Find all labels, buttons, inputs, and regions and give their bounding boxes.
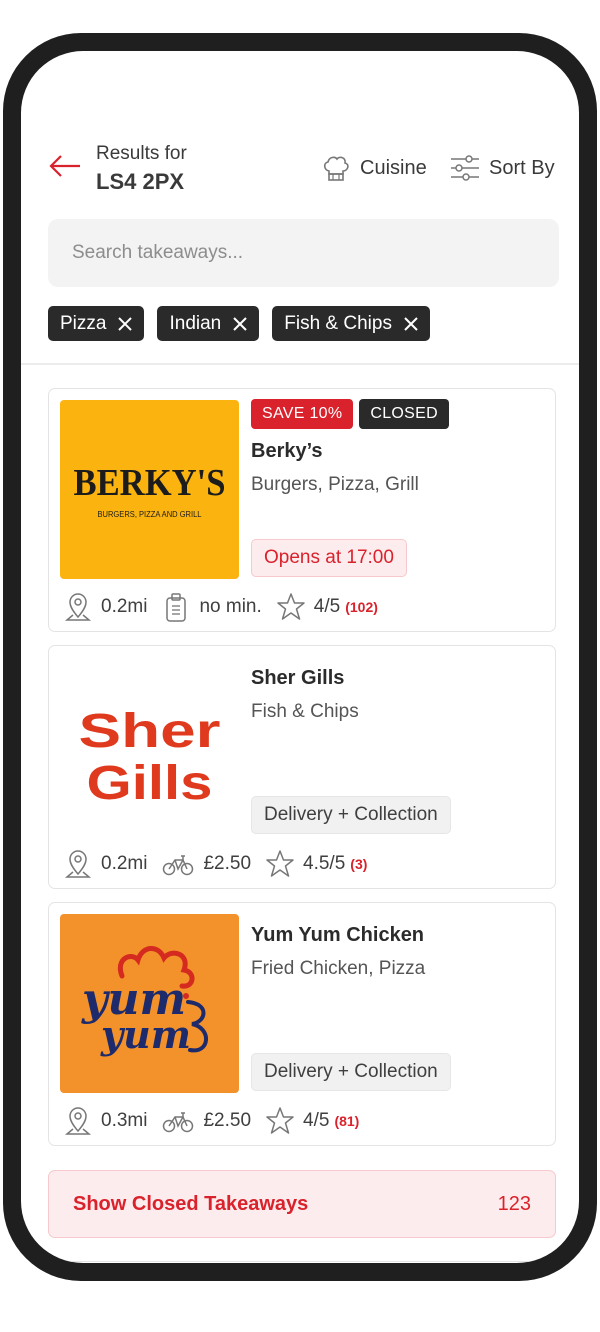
sort-by-button[interactable]: Sort By [449,151,555,185]
logo-text: BERKY'S [74,462,226,504]
delivery-collection-pill: Delivery + Collection [251,796,451,834]
opening-time-pill: Opens at 17:00 [251,539,407,577]
rating-count: (3) [350,856,368,872]
bicycle-icon [163,1112,194,1133]
restaurant-logo: BERKY'S BURGERS, PIZZA AND GRILL [60,400,239,579]
location-pin-icon [64,850,92,878]
restaurant-card-partial[interactable] [48,1261,556,1263]
restaurant-name: Sher Gills [251,667,345,689]
restaurant-cuisine: Burgers, Pizza, Grill [251,474,419,495]
logo-subtext: BURGERS, PIZZA AND GRILL [98,510,203,519]
restaurant-name: Berky’s [251,440,323,462]
star-icon [266,1107,294,1134]
bag-icon [166,593,187,622]
distance: 0.3mi [101,1110,148,1131]
distance: 0.2mi [101,596,148,617]
filter-chip-label: Pizza [60,312,107,334]
rating: 4.5/5 [303,853,346,874]
chef-hat-icon [323,156,349,181]
closed-banner-label: Show Closed Takeaways [73,1192,309,1215]
logo-text: Sher [79,705,221,758]
save-badge: SAVE 10% [251,399,354,429]
restaurant-card-berkys[interactable]: BERKY'S BURGERS, PIZZA AND GRILL SAVE 10… [48,388,556,632]
divider [21,363,579,365]
badges: SAVE 10% CLOSED [251,399,449,429]
meta-row: 0.2mi no min. 4/5 (102) [64,590,393,624]
meta-row: 0.2mi £2.50 4.5/5 (3) [64,847,382,881]
sort-by-label: Sort By [489,156,555,179]
restaurant-card-sher-gills[interactable]: Sher Gills Sher Gills Fish & Chips Deliv… [48,645,556,889]
restaurant-cuisine: Fish & Chips [251,701,359,722]
filter-chips: Pizza Indian Fish & Chips [48,306,430,341]
results-label: Results for [96,143,187,164]
cuisine-label: Cuisine [360,156,427,179]
filter-chip-fish-chips[interactable]: Fish & Chips [272,306,430,341]
rating-count: (81) [334,1113,360,1129]
delivery-collection-pill: Delivery + Collection [251,1053,451,1091]
cuisine-button[interactable]: Cuisine [320,151,427,185]
close-icon[interactable] [118,316,133,331]
min-order: no min. [199,596,262,617]
restaurant-logo: yum yum [60,914,239,1093]
bicycle-icon [163,855,194,876]
delivery-fee: £2.50 [203,853,252,874]
back-arrow-icon[interactable] [48,153,82,179]
location-pin-icon [64,1107,92,1135]
restaurant-logo: Sher Gills [60,657,239,836]
postcode: LS4 2PX [96,169,185,194]
phone-screen: Results for LS4 2PX Cuisine Sort By Sear… [21,51,579,1263]
rating: 4/5 [303,1110,330,1131]
filter-chip-pizza[interactable]: Pizza [48,306,145,341]
restaurant-name: Yum Yum Chicken [251,924,425,946]
rating: 4/5 [313,596,341,617]
phone-frame: Results for LS4 2PX Cuisine Sort By Sear… [3,33,597,1281]
star-icon [277,593,305,620]
filter-chip-label: Indian [169,312,222,334]
sliders-icon [451,155,479,181]
delivery-fee: £2.50 [203,1110,252,1131]
star-icon [266,850,294,877]
show-closed-takeaways-button[interactable]: Show Closed Takeaways 123 [48,1170,556,1238]
rating-count: (102) [345,599,378,615]
distance: 0.2mi [101,853,148,874]
closed-count: 123 [497,1192,531,1215]
filter-chip-label: Fish & Chips [284,312,392,334]
close-icon[interactable] [404,316,418,331]
filter-chip-indian[interactable]: Indian [157,306,260,341]
closed-badge: CLOSED [359,399,449,429]
logo-text: yum [100,1012,191,1057]
search-input[interactable] [48,219,559,287]
meta-row: 0.3mi £2.50 4/5 (81) [64,1104,374,1138]
restaurant-cuisine: Fried Chicken, Pizza [251,958,426,979]
restaurant-card-yum-yum-chicken[interactable]: yum yum Yum Yum Chicken Fried Chicken, P… [48,902,556,1146]
close-icon[interactable] [233,316,247,331]
location-pin-icon [64,593,92,621]
logo-text: Gills [87,757,213,810]
